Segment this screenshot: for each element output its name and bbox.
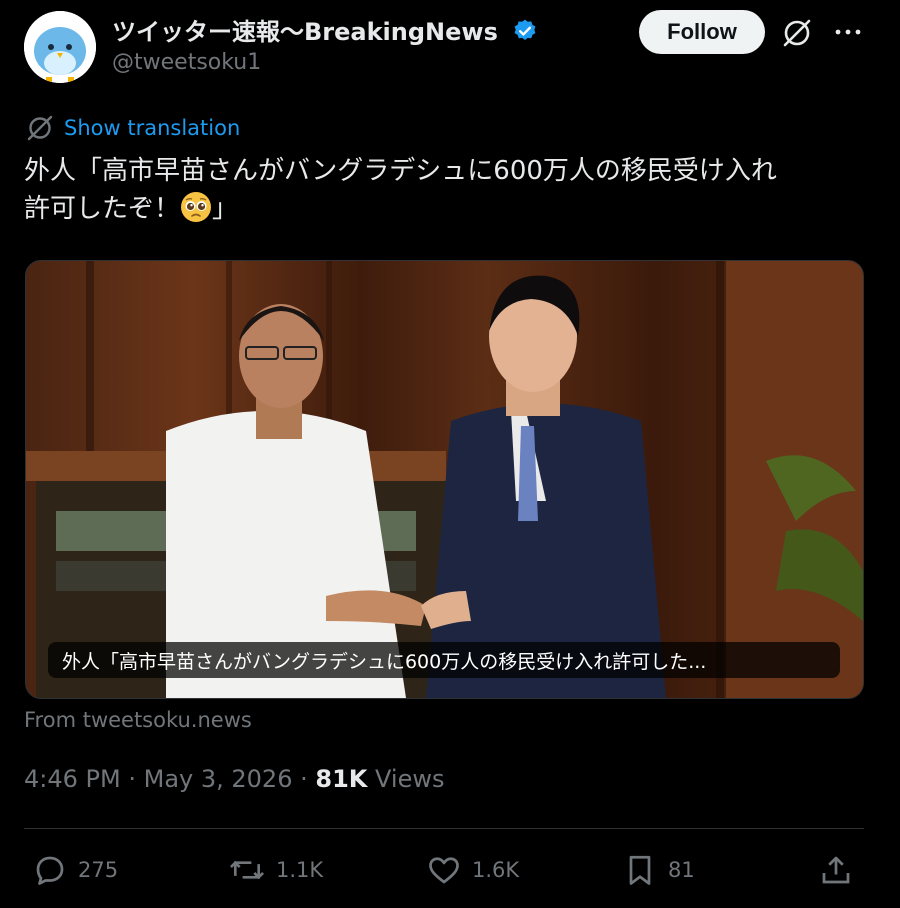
tweet-time[interactable]: 4:46 PM <box>24 765 121 793</box>
show-translation-label[interactable]: Show translation <box>64 116 240 140</box>
author-display-name[interactable]: ツイッター速報〜BreakingNews <box>112 18 498 46</box>
tweet-date[interactable]: May 3, 2026 <box>144 765 293 793</box>
reply-count: 275 <box>78 858 119 882</box>
tweet-text-line-2-suffix: 」 <box>212 194 239 224</box>
grok-translate-icon <box>27 115 53 141</box>
show-translation-link[interactable]: Show translation <box>26 114 240 142</box>
card-source[interactable]: From tweetsoku.news <box>24 708 252 732</box>
divider <box>24 828 864 829</box>
verified-badge-icon <box>512 18 538 50</box>
views-label: Views <box>375 765 445 793</box>
share-icon <box>822 856 850 884</box>
grok-icon[interactable] <box>782 18 812 48</box>
views-count: 81K <box>315 765 368 793</box>
reply-button[interactable]: 275 <box>32 852 118 888</box>
repost-count: 1.1K <box>276 858 324 882</box>
follow-button[interactable]: Follow <box>639 10 765 54</box>
repost-button[interactable]: 1.1K <box>228 852 323 888</box>
tweet-media[interactable]: 外人「高市早苗さんがバングラデシュに600万人の移民受け入れ許可した... <box>25 260 864 699</box>
meta-separator: · <box>300 765 316 793</box>
like-button[interactable]: 1.6K <box>426 852 519 888</box>
media-caption: 外人「高市早苗さんがバングラデシュに600万人の移民受け入れ許可した... <box>48 642 840 678</box>
share-button[interactable] <box>818 852 854 888</box>
bird-icon <box>24 11 96 83</box>
bookmark-button[interactable]: 81 <box>622 852 695 888</box>
tweet-text-line-2: 許可したぞ！ 」 <box>24 190 864 234</box>
meta-separator: · <box>128 765 144 793</box>
like-count: 1.6K <box>472 858 520 882</box>
reply-icon <box>36 856 64 885</box>
tweet-text: 外人「高市早苗さんがバングラデシュに600万人の移民受け入れ 許可したぞ！ 」 <box>24 152 864 234</box>
tweet-text-line-2-prefix: 許可したぞ！ <box>24 194 181 224</box>
heart-icon <box>429 857 459 884</box>
tweet-text-line-1: 外人「高市早苗さんがバングラデシュに600万人の移民受け入れ <box>24 156 777 186</box>
handshake-photo <box>26 261 863 698</box>
tweet-meta: 4:46 PM · May 3, 2026 · 81K Views <box>24 765 444 793</box>
pleading-face-emoji-icon <box>180 191 212 234</box>
avatar[interactable] <box>24 11 96 83</box>
repost-icon <box>229 860 265 880</box>
author-handle[interactable]: @tweetsoku1 <box>112 50 261 75</box>
bookmark-icon <box>629 855 651 885</box>
author-name[interactable]: ツイッター速報〜BreakingNews <box>112 12 538 50</box>
bookmark-count: 81 <box>668 858 695 882</box>
more-options-icon[interactable] <box>832 16 864 48</box>
